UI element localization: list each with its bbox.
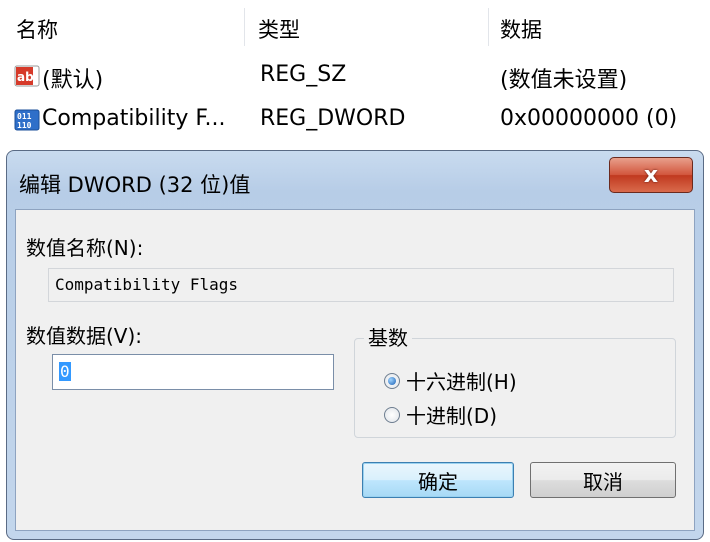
ok-button[interactable]: 确定: [362, 462, 514, 498]
column-divider[interactable]: [244, 8, 245, 46]
value-data-input[interactable]: 0: [52, 354, 334, 390]
close-icon: x: [643, 162, 659, 188]
value-data: 0x00000000 (0): [500, 106, 678, 131]
svg-text:ab: ab: [17, 70, 34, 84]
value-name: Compatibility F...: [42, 106, 226, 131]
close-button[interactable]: x: [609, 157, 693, 193]
column-divider[interactable]: [488, 8, 489, 46]
svg-text:110: 110: [17, 121, 32, 130]
registry-value-list: 名称 类型 数据 ab (默认) REG_SZ (数值未设置) 011 110 …: [0, 0, 710, 150]
radio-hexadecimal-label: 十六进制(H): [406, 370, 517, 394]
value-name: (默认): [42, 68, 104, 93]
column-header-type[interactable]: 类型: [258, 14, 300, 44]
column-header-name[interactable]: 名称: [16, 14, 58, 44]
radio-decimal[interactable]: 十进制(D): [384, 400, 497, 429]
string-value-icon: ab: [14, 65, 40, 87]
value-data-text: 0: [59, 362, 71, 381]
cancel-button[interactable]: 取消: [530, 462, 676, 498]
value-type: REG_SZ: [260, 62, 347, 87]
dialog-title: 编辑 DWORD (32 位)值: [19, 173, 251, 197]
radio-hexadecimal[interactable]: 十六进制(H): [384, 366, 517, 395]
base-group-title: 基数: [364, 322, 412, 351]
dialog-title-bar[interactable]: 编辑 DWORD (32 位)值 x: [7, 151, 703, 207]
svg-text:011: 011: [17, 112, 32, 121]
radio-selected-icon: [384, 372, 400, 389]
value-name-field: Compatibility Flags: [48, 268, 674, 302]
value-data: (数值未设置): [500, 68, 628, 93]
list-item[interactable]: 011 110 Compatibility F... REG_DWORD 0x0…: [0, 98, 710, 142]
value-data-label: 数值数据(V):: [26, 324, 143, 348]
value-type: REG_DWORD: [260, 106, 406, 131]
column-header-data[interactable]: 数据: [500, 14, 542, 44]
list-header: 名称 类型 数据: [0, 0, 710, 52]
value-name-label: 数值名称(N):: [26, 236, 144, 260]
list-item[interactable]: ab (默认) REG_SZ (数值未设置): [0, 54, 710, 98]
binary-value-icon: 011 110: [14, 109, 40, 131]
radio-unselected-icon: [384, 406, 400, 423]
radio-decimal-label: 十进制(D): [406, 404, 498, 428]
